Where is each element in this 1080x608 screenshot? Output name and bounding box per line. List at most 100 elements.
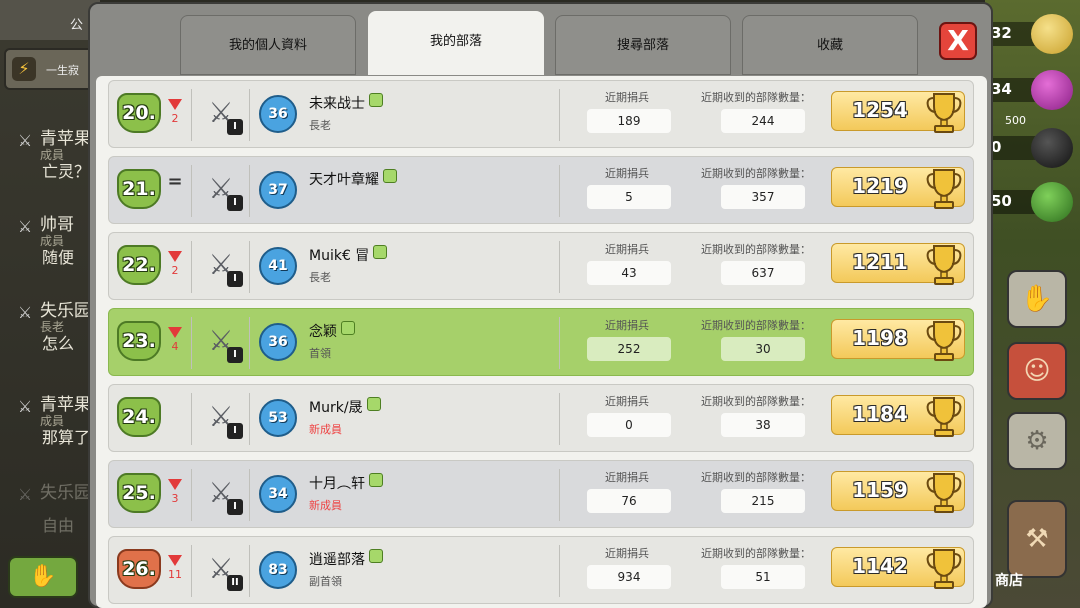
chat-message: 自由	[42, 516, 75, 535]
donated-label: 近期捐兵	[605, 395, 649, 408]
war-swords-icon: ⚔	[17, 485, 33, 504]
xp-level-badge: 41	[259, 247, 297, 285]
tab-label: 我的個人資料	[228, 38, 307, 53]
tab-my-clan[interactable]: 我的部落	[368, 11, 544, 75]
shop-label: 商店	[995, 573, 1023, 589]
tab-search-clans[interactable]: 搜尋部落	[555, 15, 731, 75]
member-row[interactable]: 26. 11 ⚔ II 83 逍遥部落 副首領 近期捐兵 934 近期收到的部隊數量： 51 1142	[108, 536, 974, 604]
divider	[559, 165, 560, 217]
donated-label: 近期捐兵	[605, 167, 649, 180]
divider	[559, 545, 560, 597]
rank-trend: =	[167, 171, 183, 192]
trophy-count-box: 1219	[831, 166, 965, 210]
resource-value: 32	[991, 24, 1012, 42]
rank-change: 2	[171, 112, 179, 125]
rank-down-icon	[168, 479, 182, 490]
received-value: 244	[721, 109, 805, 133]
trophy-count: 1142	[852, 554, 908, 578]
tab-bookmarks[interactable]: 收藏	[742, 15, 918, 75]
layout-button[interactable]: ✋	[1007, 270, 1067, 328]
trophy-icon	[924, 546, 964, 590]
resource-counter: 32	[985, 14, 1080, 54]
received-value: 51	[721, 565, 805, 589]
member-list[interactable]: 20. 2 ⚔ I 36 未来战士 長老 近期捐兵 189 近期收到的部隊數量： 244 1254 21…	[96, 76, 987, 608]
settings-gear-icon[interactable]: ⚙	[1007, 412, 1067, 470]
war-swords-icon: ⚔ I	[201, 399, 243, 439]
chat-message: 怎么	[42, 334, 75, 353]
rank-same-icon: =	[167, 171, 183, 192]
member-row[interactable]: 22. 2 ⚔ I 41 Muik€ 冒長老 近期捐兵 43 近期收到的部隊數量： 637 1211	[108, 232, 974, 300]
trophy-icon	[924, 166, 964, 210]
rank-down-icon	[168, 327, 182, 338]
xp-level-badge: 36	[259, 95, 297, 133]
dark-elixir-icon	[1031, 128, 1073, 168]
war-swords-icon: ⚔ I	[201, 323, 243, 363]
close-button[interactable]: X	[939, 22, 977, 60]
xp-level-badge: 37	[259, 171, 297, 209]
member-name: Muik€ 冒	[309, 245, 388, 265]
member-role: 首領	[309, 347, 331, 360]
tab-my-profile[interactable]: 我的個人資料	[180, 15, 356, 75]
clan-chat-bar[interactable]: ⚡ 一生寂	[4, 48, 100, 90]
war-level: I	[227, 499, 243, 515]
received-value: 215	[721, 489, 805, 513]
member-row[interactable]: 21. = ⚔ I 37 天才叶章耀 近期捐兵 5 近期收到的部隊數量： 357 1219	[108, 156, 974, 224]
rank-change: 2	[171, 264, 179, 277]
chat-tab-strip[interactable]: 公	[0, 0, 100, 40]
chat-sidebar: 公 ⚡ 一生寂 ⚔ 青苹果 成員 亡灵？ ⚔ 帅哥 成員 随便 ⚔ 失乐园 長老 怎么 ⚔ 青苹果 成員 那算…	[0, 0, 100, 608]
trophy-icon	[924, 318, 964, 362]
xp-level-badge: 53	[259, 399, 297, 437]
clan-panel: 我的個人資料 我的部落 搜尋部落 收藏 X 20. 2 ⚔ I 36 未来战士 長老 近期捐兵…	[88, 2, 993, 608]
divider	[249, 89, 250, 141]
war-level: I	[227, 423, 243, 439]
received-label: 近期收到的部隊數量：	[701, 471, 811, 484]
trophy-count-box: 1211	[831, 242, 965, 286]
divider	[559, 241, 560, 293]
divider	[249, 469, 250, 521]
divider	[249, 241, 250, 293]
war-swords-icon: ⚔	[17, 217, 33, 236]
shop-button[interactable]: ⚒	[1007, 500, 1067, 578]
trophy-count: 1254	[852, 98, 908, 122]
donated-value: 934	[587, 565, 671, 589]
member-row[interactable]: 23. 4 ⚔ I 36 念颖 首領 近期捐兵 252 近期收到的部隊數量： 30 1198	[108, 308, 974, 376]
member-name-text: Murk/晟	[309, 400, 363, 416]
trophy-icon	[924, 90, 964, 134]
chat-message: 随便	[42, 248, 75, 267]
trophy-count: 1219	[852, 174, 908, 198]
donated-label: 近期捐兵	[605, 243, 649, 256]
war-level: I	[227, 195, 243, 211]
resource-counter: 50	[985, 182, 1080, 222]
divider	[249, 317, 250, 369]
trophy-icon	[924, 470, 964, 514]
member-row[interactable]: 25. 3 ⚔ I 34 十月︵轩 新成員 近期捐兵 76 近期收到的部隊數量： 215 1159	[108, 460, 974, 528]
war-swords-icon: ⚔	[17, 131, 33, 150]
member-name: 十月︵轩	[309, 473, 383, 493]
trophy-count-box: 1198	[831, 318, 965, 362]
war-swords-icon: ⚔ I	[201, 171, 243, 211]
war-level: I	[227, 347, 243, 363]
rank-change: 11	[168, 568, 182, 581]
member-row[interactable]: 20. 2 ⚔ I 36 未来战士 長老 近期捐兵 189 近期收到的部隊數量： 244 1254	[108, 80, 974, 148]
chat-author: 失乐园	[40, 483, 91, 503]
member-row[interactable]: 24. ⚔ I 53 Murk/晟 新成員 近期捐兵 0 近期收到的部隊數量： 38 1184	[108, 384, 974, 452]
chat-toggle-button[interactable]: ✋	[8, 556, 78, 598]
resource-value: 34	[991, 80, 1012, 98]
gold-icon	[1031, 14, 1073, 54]
league-rank-badge: 21.	[117, 169, 161, 209]
war-swords-icon: ⚔ I	[201, 95, 243, 135]
avatar-button[interactable]: ☺	[1007, 342, 1067, 400]
chat-icon	[366, 397, 381, 411]
clan-badge-icon: ⚡	[12, 57, 36, 81]
received-label: 近期收到的部隊數量：	[701, 395, 811, 408]
member-role: 新成員	[309, 423, 342, 436]
divider	[559, 393, 560, 445]
donated-value: 43	[587, 261, 671, 285]
war-level: I	[227, 271, 243, 287]
divider	[191, 317, 192, 369]
chat-icon	[373, 245, 388, 259]
member-role: 新成員	[309, 499, 342, 512]
trophy-icon	[924, 242, 964, 286]
rank-trend: 2	[167, 99, 183, 125]
close-icon: X	[947, 24, 969, 57]
